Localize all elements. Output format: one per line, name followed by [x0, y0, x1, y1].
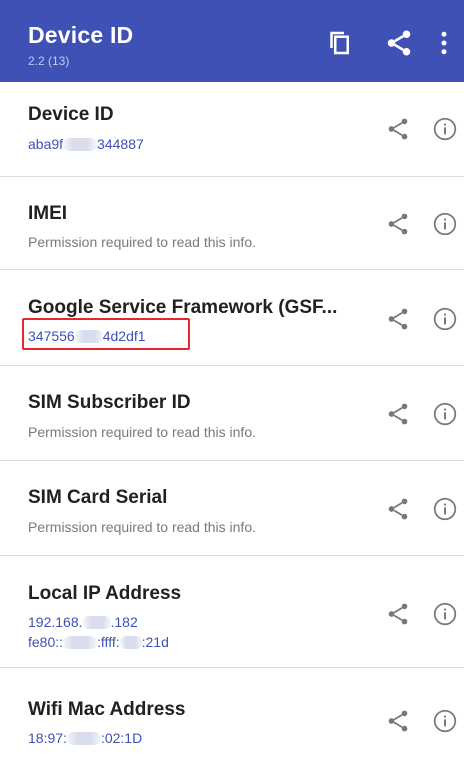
share-icon[interactable]: [385, 211, 411, 237]
share-icon[interactable]: [385, 601, 411, 627]
app-version: 2.2 (13): [28, 54, 70, 68]
info-icon[interactable]: [432, 601, 458, 627]
info-icon[interactable]: [432, 116, 458, 142]
list-item-device-id[interactable]: Device ID aba9f 344887: [0, 82, 464, 177]
share-icon[interactable]: [385, 496, 411, 522]
highlight-box: [22, 318, 190, 350]
info-icon[interactable]: [432, 496, 458, 522]
list-item-sim-subscriber-id[interactable]: SIM Subscriber ID Permission required to…: [0, 366, 464, 461]
item-label: Wifi Mac Address: [28, 699, 186, 720]
share-icon[interactable]: [385, 401, 411, 427]
item-label: Google Service Framework (GSF...: [28, 297, 338, 318]
item-label: SIM Subscriber ID: [28, 392, 191, 413]
list-item-local-ip[interactable]: Local IP Address 192.168. .182 fe80:::fff…: [0, 556, 464, 668]
info-icon[interactable]: [432, 211, 458, 237]
item-value: Permission required to read this info.: [28, 519, 256, 535]
more-vert-icon[interactable]: [436, 28, 464, 58]
ipv4-value: 192.168. .182: [28, 614, 138, 630]
app-title: Device ID: [28, 22, 134, 48]
item-label: SIM Card Serial: [28, 487, 168, 508]
info-icon[interactable]: [432, 708, 458, 734]
item-value: aba9f 344887: [28, 136, 144, 152]
list-item-imei[interactable]: IMEI Permission required to read this in…: [0, 177, 464, 270]
app-bar: Device ID 2.2 (13): [0, 0, 464, 82]
item-label: Local IP Address: [28, 583, 182, 604]
list-item-sim-card-serial[interactable]: SIM Card Serial Permission required to r…: [0, 461, 464, 556]
share-icon[interactable]: [385, 708, 411, 734]
item-value: 18:97::02:1D: [28, 730, 143, 746]
item-value: Permission required to read this info.: [28, 234, 256, 250]
info-icon[interactable]: [432, 306, 458, 332]
list-item-wifi-mac[interactable]: Wifi Mac Address 18:97::02:1D: [0, 668, 464, 768]
info-icon[interactable]: [432, 401, 458, 427]
share-icon[interactable]: [385, 116, 411, 142]
share-icon[interactable]: [385, 306, 411, 332]
item-label: Device ID: [28, 104, 114, 125]
item-label: IMEI: [28, 203, 68, 224]
item-value: Permission required to read this info.: [28, 424, 256, 440]
ipv6-value: fe80:::ffff::21d: [28, 634, 169, 650]
copy-icon[interactable]: [324, 28, 354, 58]
share-icon[interactable]: [384, 28, 414, 58]
